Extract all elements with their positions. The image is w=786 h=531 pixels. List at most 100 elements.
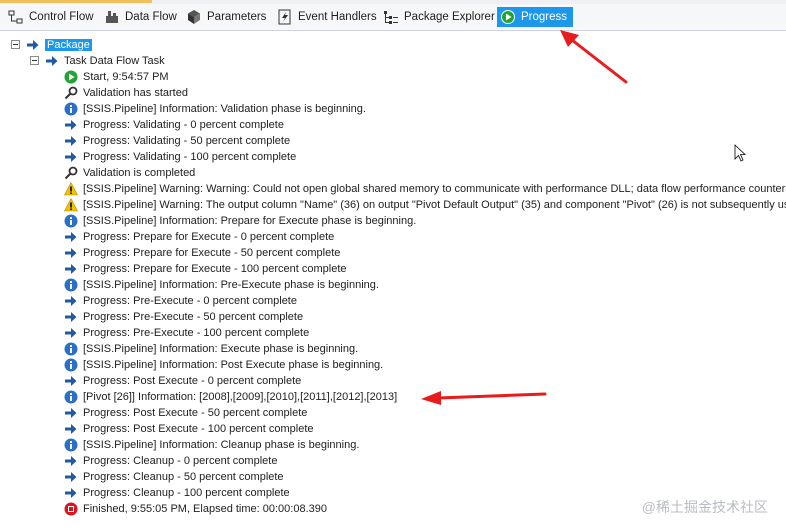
tree-node-label: Package — [45, 39, 92, 51]
control-flow-icon — [8, 9, 24, 25]
tab-label: Event Handlers — [298, 11, 377, 23]
message-text: [SSIS.Pipeline] Information: Execute pha… — [83, 343, 359, 355]
message-row[interactable]: Progress: Prepare for Execute - 0 percen… — [64, 229, 334, 245]
message-text: Progress: Post Execute - 50 percent comp… — [83, 407, 308, 419]
tab-parameters[interactable]: Parameters — [186, 7, 266, 27]
message-row[interactable]: [SSIS.Pipeline] Warning: The output colu… — [64, 197, 786, 213]
event-handlers-icon — [277, 9, 293, 25]
start-icon — [64, 70, 78, 84]
message-row[interactable]: Progress: Pre-Execute - 0 percent comple… — [64, 293, 297, 309]
progress-arrow-icon — [64, 118, 78, 132]
progress-arrow-icon — [64, 374, 78, 388]
message-row[interactable]: Progress: Validating - 100 percent compl… — [64, 149, 296, 165]
message-row[interactable]: Start, 9:54:57 PM — [64, 69, 169, 85]
information-icon — [64, 390, 78, 404]
message-text: Progress: Cleanup - 50 percent complete — [83, 471, 284, 483]
tree-node-package[interactable]: Package — [26, 37, 92, 53]
active-document-indicator — [0, 0, 152, 3]
tab-label: Control Flow — [29, 11, 94, 23]
progress-play-icon — [500, 9, 516, 25]
message-text: Progress: Pre-Execute - 0 percent comple… — [83, 295, 297, 307]
tree-node-task[interactable]: Task Data Flow Task — [45, 53, 165, 69]
message-text: [SSIS.Pipeline] Warning: Warning: Could … — [83, 183, 786, 195]
message-text: Progress: Pre-Execute - 50 percent compl… — [83, 311, 304, 323]
message-row[interactable]: Progress: Prepare for Execute - 100 perc… — [64, 261, 347, 277]
tree-node-label: Task Data Flow Task — [64, 55, 165, 67]
collapse-toggle-package[interactable] — [11, 40, 20, 49]
validation-key-icon — [64, 86, 78, 100]
message-text: Progress: Cleanup - 100 percent complete — [83, 487, 290, 499]
message-text: Progress: Validating - 100 percent compl… — [83, 151, 297, 163]
message-row[interactable]: Progress: Post Execute - 50 percent comp… — [64, 405, 307, 421]
message-text: [SSIS.Pipeline] Information: Prepare for… — [83, 215, 417, 227]
message-text: Progress: Post Execute - 0 percent compl… — [83, 375, 302, 387]
message-row[interactable]: Progress: Validating - 0 percent complet… — [64, 117, 284, 133]
collapse-toggle-task[interactable] — [30, 56, 39, 65]
message-row[interactable]: Progress: Pre-Execute - 100 percent comp… — [64, 325, 309, 341]
message-text: [SSIS.Pipeline] Information: Pre-Execute… — [83, 279, 379, 291]
message-text: [SSIS.Pipeline] Information: Cleanup pha… — [83, 439, 360, 451]
message-row[interactable]: Progress: Post Execute - 0 percent compl… — [64, 373, 301, 389]
message-text: Progress: Pre-Execute - 100 percent comp… — [83, 327, 310, 339]
tab-progress[interactable]: Progress — [497, 7, 574, 27]
message-text: [Pivot [26]] Information: [2008],[2009],… — [83, 391, 398, 403]
tab-control-flow[interactable]: Control Flow — [8, 7, 94, 27]
validation-key-icon — [64, 166, 78, 180]
message-text: [SSIS.Pipeline] Information: Post Execut… — [83, 359, 384, 371]
message-row[interactable]: Progress: Cleanup - 100 percent complete — [64, 485, 290, 501]
message-text: [SSIS.Pipeline] Warning: The output colu… — [83, 199, 786, 211]
tab-package-explorer[interactable]: Package Explorer — [383, 7, 495, 27]
progress-arrow-icon — [64, 406, 78, 420]
progress-arrow-icon — [64, 486, 78, 500]
watermark: @稀土掘金技术社区 — [641, 499, 768, 515]
message-text: [SSIS.Pipeline] Information: Validation … — [83, 103, 366, 115]
progress-arrow-icon — [64, 310, 78, 324]
progress-arrow-icon — [64, 294, 78, 308]
stop-icon — [64, 502, 78, 516]
tab-label: Parameters — [207, 11, 267, 23]
message-row[interactable]: [SSIS.Pipeline] Information: Validation … — [64, 101, 366, 117]
message-row[interactable]: [Pivot [26]] Information: [2008],[2009],… — [64, 389, 397, 405]
tab-data-flow[interactable]: Data Flow — [104, 7, 177, 27]
progress-arrow-icon — [64, 422, 78, 436]
message-row[interactable]: Progress: Cleanup - 50 percent complete — [64, 469, 284, 485]
warning-icon — [64, 181, 78, 196]
data-flow-icon — [104, 9, 120, 25]
progress-arrow-icon — [64, 454, 78, 468]
information-icon — [64, 102, 78, 116]
progress-tree: Package Task Data Flow Task Start, 9:54:… — [0, 35, 786, 531]
message-row[interactable]: Progress: Pre-Execute - 50 percent compl… — [64, 309, 303, 325]
message-row[interactable]: [SSIS.Pipeline] Information: Execute pha… — [64, 341, 358, 357]
progress-arrow-icon — [64, 470, 78, 484]
tab-label: Package Explorer — [404, 11, 495, 23]
message-row[interactable]: [SSIS.Pipeline] Information: Prepare for… — [64, 213, 416, 229]
information-icon — [64, 278, 78, 292]
message-text: Validation is completed — [83, 167, 196, 179]
message-row[interactable]: Progress: Post Execute - 100 percent com… — [64, 421, 314, 437]
message-row[interactable]: [SSIS.Pipeline] Information: Cleanup pha… — [64, 437, 359, 453]
progress-arrow-icon — [64, 262, 78, 276]
information-icon — [64, 342, 78, 356]
message-row[interactable]: Validation is completed — [64, 165, 195, 181]
message-row[interactable]: Validation has started — [64, 85, 188, 101]
message-text: Progress: Prepare for Execute - 50 perce… — [83, 247, 341, 259]
message-row[interactable]: Progress: Validating - 50 percent comple… — [64, 133, 290, 149]
message-text: Progress: Post Execute - 100 percent com… — [83, 423, 314, 435]
message-row[interactable]: [SSIS.Pipeline] Warning: Warning: Could … — [64, 181, 786, 197]
message-text: Progress: Validating - 0 percent complet… — [83, 119, 284, 131]
warning-icon — [64, 197, 78, 212]
message-row[interactable]: Progress: Cleanup - 0 percent complete — [64, 453, 277, 469]
information-icon — [64, 214, 78, 228]
message-text: Progress: Prepare for Execute - 100 perc… — [83, 263, 347, 275]
message-row[interactable]: Finished, 9:55:05 PM, Elapsed time: 00:0… — [64, 501, 327, 517]
message-row[interactable]: Progress: Prepare for Execute - 50 perce… — [64, 245, 340, 261]
arrow-right-icon — [45, 54, 59, 68]
designer-tab-bar: Control Flow Data Flow Parameters Event … — [0, 4, 786, 31]
arrow-right-icon — [26, 38, 40, 52]
tab-event-handlers[interactable]: Event Handlers — [277, 7, 377, 27]
message-row[interactable]: [SSIS.Pipeline] Information: Post Execut… — [64, 357, 383, 373]
message-text: Progress: Validating - 50 percent comple… — [83, 135, 291, 147]
message-row[interactable]: [SSIS.Pipeline] Information: Pre-Execute… — [64, 277, 379, 293]
information-icon — [64, 438, 78, 452]
progress-arrow-icon — [64, 150, 78, 164]
